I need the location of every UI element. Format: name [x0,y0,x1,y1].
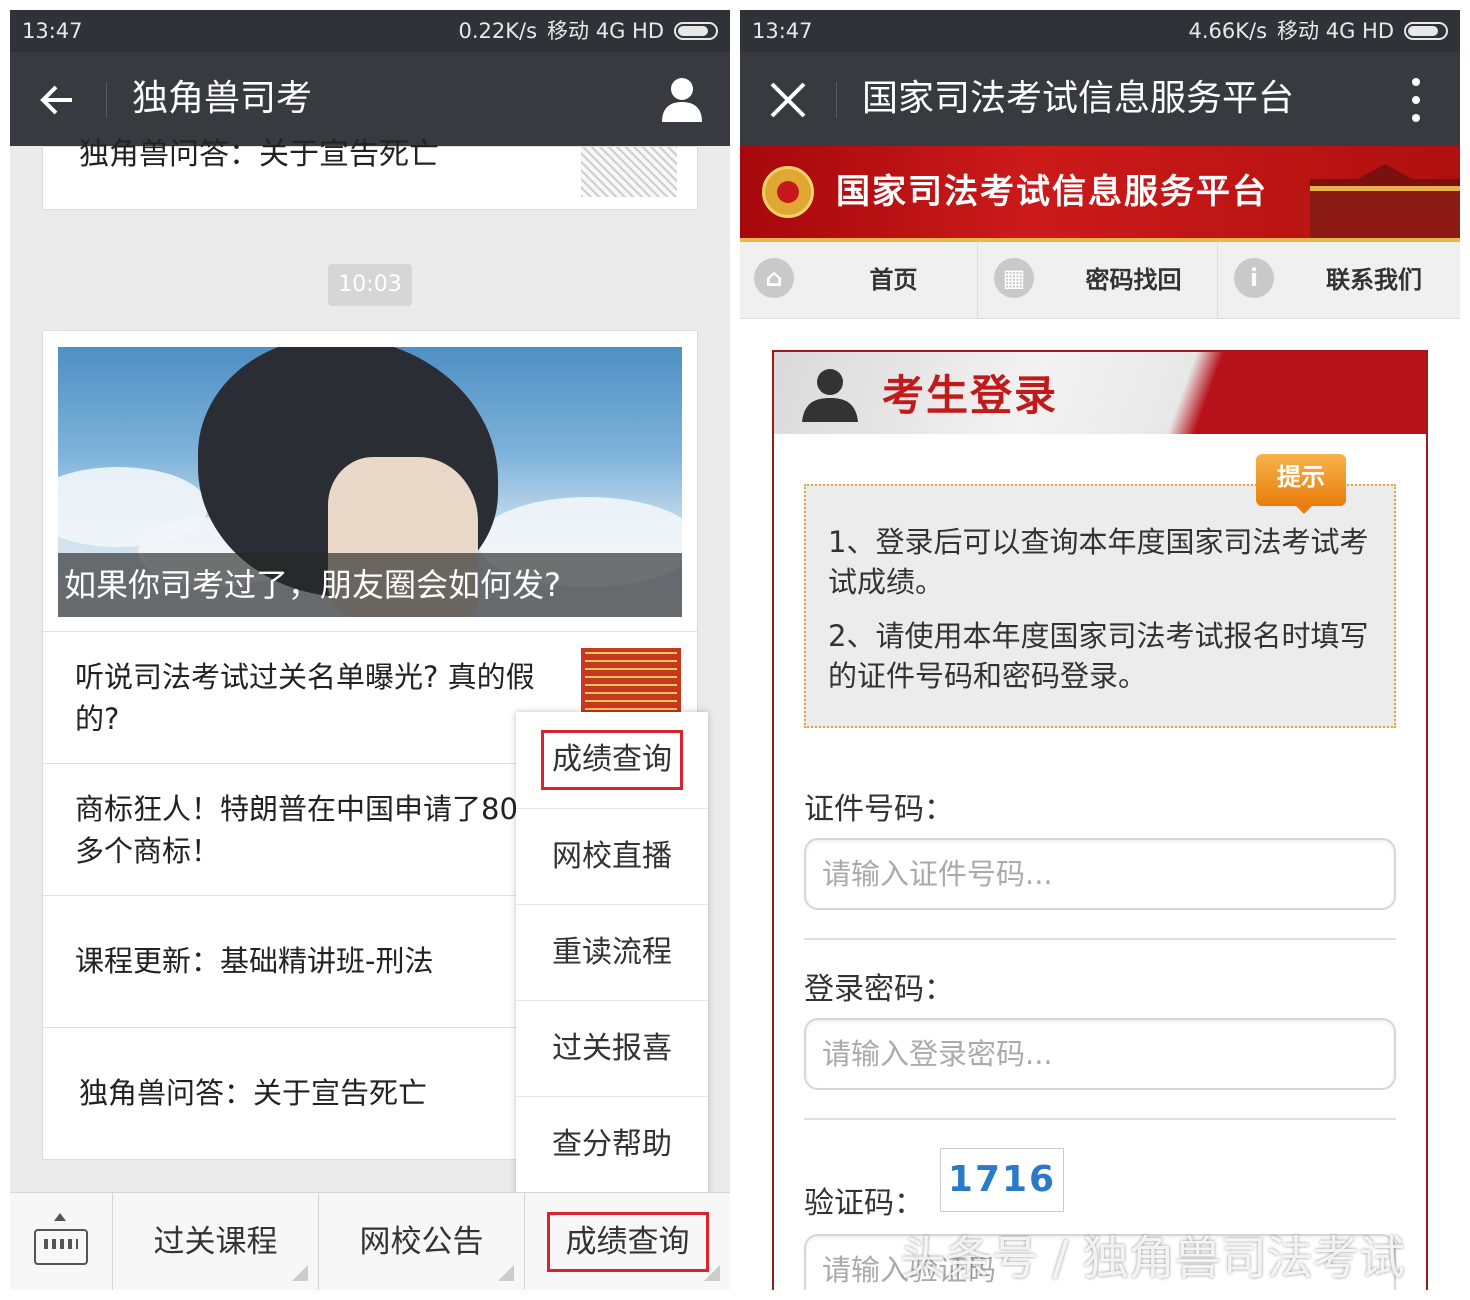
carrier-label: 移动 4G HD [1277,19,1394,43]
nav-contact[interactable]: i 联系我们 [1220,242,1458,318]
list-item-title: 商标狂人！特朗普在中国申请了80多个商标！ [75,792,518,868]
login-title: 考生登录 [882,371,1059,420]
captcha-label: 验证码： [804,1186,924,1221]
password-input[interactable]: 请输入登录密码... [804,1018,1396,1090]
menu-tab-announcements[interactable]: 网校公告 [319,1193,525,1290]
menu-tab-score-query[interactable]: 成绩查询 [525,1193,730,1290]
submenu-item-score-help[interactable]: 查分帮助 [516,1096,708,1192]
divider [804,1118,1396,1120]
bottom-menu-bar: 过关课程 网校公告 成绩查询 [10,1192,730,1290]
password-label: 登录密码： [804,972,954,1007]
person-icon [802,369,858,422]
submenu-corner-icon [704,1265,720,1281]
list-item-title: 课程更新：基础精讲班-刑法 [75,944,434,978]
list-item-title: 听说司法考试过关名单曝光? 真的假的? [75,660,535,736]
hero-article[interactable]: 如果你司考过了，朋友圈会如何发? [58,347,682,617]
divider [804,938,1396,940]
site-banner: 国家司法考试信息服务平台 [740,146,1460,242]
message-time-badge: 10:03 [328,264,412,306]
banner-title: 国家司法考试信息服务平台 [836,172,1268,212]
id-number-label: 证件号码： [804,792,954,827]
national-emblem-icon [762,166,814,218]
previous-article-card[interactable]: 独角兽问答：关于宣告死亡 [42,137,698,210]
page-title: 国家司法考试信息服务平台 [862,78,1295,119]
close-icon[interactable] [768,80,808,120]
submenu-popup: 成绩查询 网校直播 重读流程 过关报喜 查分帮助 [516,712,708,1194]
status-time: 13:47 [752,19,813,43]
submenu-item-reread[interactable]: 重读流程 [516,904,708,1000]
nav-home[interactable]: ⌂ 首页 [740,242,978,318]
more-options-icon[interactable] [1412,78,1420,122]
battery-icon [1404,22,1448,40]
hero-caption: 如果你司考过了，朋友圈会如何发? [58,553,682,617]
status-time: 13:47 [22,19,83,43]
tip-line: 2、请使用本年度国家司法考试报名时填写的证件号码和密码登录。 [828,619,1369,693]
tiananmen-illustration [1310,154,1460,238]
title-divider [106,82,107,118]
submenu-item-score-query[interactable]: 成绩查询 [516,712,708,808]
article-thumbnail [581,147,677,197]
network-speed: 4.66K/s [1188,19,1268,43]
title-bar: 国家司法考试信息服务平台 [740,52,1460,146]
info-icon: i [1234,258,1274,298]
tip-line: 1、登录后可以查询本年度国家司法考试考试成绩。 [828,525,1369,599]
submenu-corner-icon [292,1265,308,1281]
login-form: 考生登录 1、登录后可以查询本年度国家司法考试考试成绩。 2、请使用本年度国家司… [772,350,1428,1290]
id-number-input[interactable]: 请输入证件号码... [804,838,1396,910]
keyboard-toggle[interactable] [10,1193,113,1290]
home-icon: ⌂ [754,258,794,298]
tip-box: 1、登录后可以查询本年度国家司法考试考试成绩。 2、请使用本年度国家司法考试报名… [804,484,1396,728]
status-bar: 13:47 0.22K/s 移动 4G HD [10,10,730,52]
article-thumbnail [581,648,681,714]
battery-icon [674,22,718,40]
captcha-image[interactable]: 1716 [940,1148,1064,1212]
user-profile-icon[interactable] [660,76,704,122]
watermark: 头条号 / 独角兽司法考试 [900,1231,1405,1285]
network-speed: 0.22K/s [458,19,538,43]
title-divider [836,82,837,118]
list-item-title: 独角兽问答：关于宣告死亡 [79,1076,428,1110]
keyboard-icon [34,1229,88,1265]
chevron-up-icon [54,1213,66,1221]
tip-badge: 提示 [1256,454,1346,514]
login-header: 考生登录 [774,352,1426,434]
site-nav: ⌂ 首页 ▦ 密码找回 i 联系我们 [740,242,1460,319]
carrier-label: 移动 4G HD [547,19,664,43]
nav-password-recovery[interactable]: ▦ 密码找回 [980,242,1218,318]
previous-article-title: 独角兽问答：关于宣告死亡 [79,137,439,172]
status-bar: 13:47 4.66K/s 移动 4G HD [740,10,1460,52]
submenu-corner-icon [498,1265,514,1281]
wechat-chat-screen: 13:47 0.22K/s 移动 4G HD 独角兽司考 独角兽问答：关于宣告死… [10,10,730,1290]
back-arrow-icon[interactable] [36,78,80,122]
submenu-item-pass-report[interactable]: 过关报喜 [516,1000,708,1096]
menu-tab-courses[interactable]: 过关课程 [113,1193,319,1290]
webview-screen: 13:47 4.66K/s 移动 4G HD 国家司法考试信息服务平台 国家司法… [740,10,1460,1290]
grid-icon: ▦ [994,258,1034,298]
submenu-item-live[interactable]: 网校直播 [516,808,708,904]
